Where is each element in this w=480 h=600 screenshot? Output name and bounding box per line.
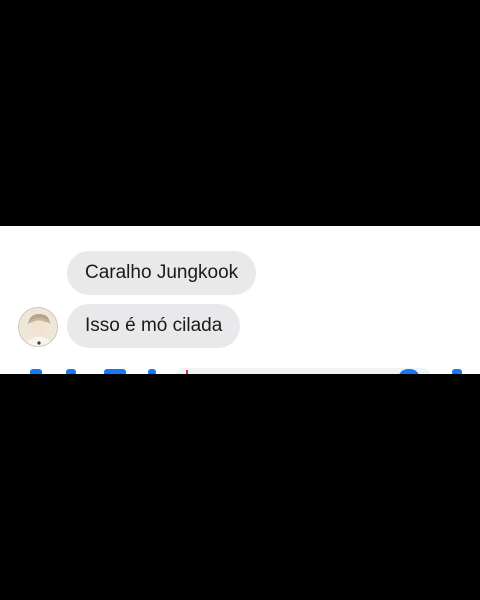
message-text: Isso é mó cilada bbox=[85, 315, 223, 336]
message-bubble[interactable]: Caralho Jungkook bbox=[67, 251, 257, 295]
letterbox-bottom bbox=[0, 374, 480, 600]
chat-thread[interactable]: Caralho Jungkook Isso é mó cilada bbox=[0, 226, 480, 374]
letterbox-top bbox=[0, 0, 480, 226]
contact-avatar[interactable] bbox=[18, 307, 58, 347]
user-photo-icon bbox=[19, 308, 57, 346]
video-frame: Caralho Jungkook Isso é mó cilada bbox=[0, 0, 480, 600]
message-bubble[interactable]: Isso é mó cilada bbox=[67, 304, 241, 348]
message-text: Caralho Jungkook bbox=[85, 262, 239, 283]
